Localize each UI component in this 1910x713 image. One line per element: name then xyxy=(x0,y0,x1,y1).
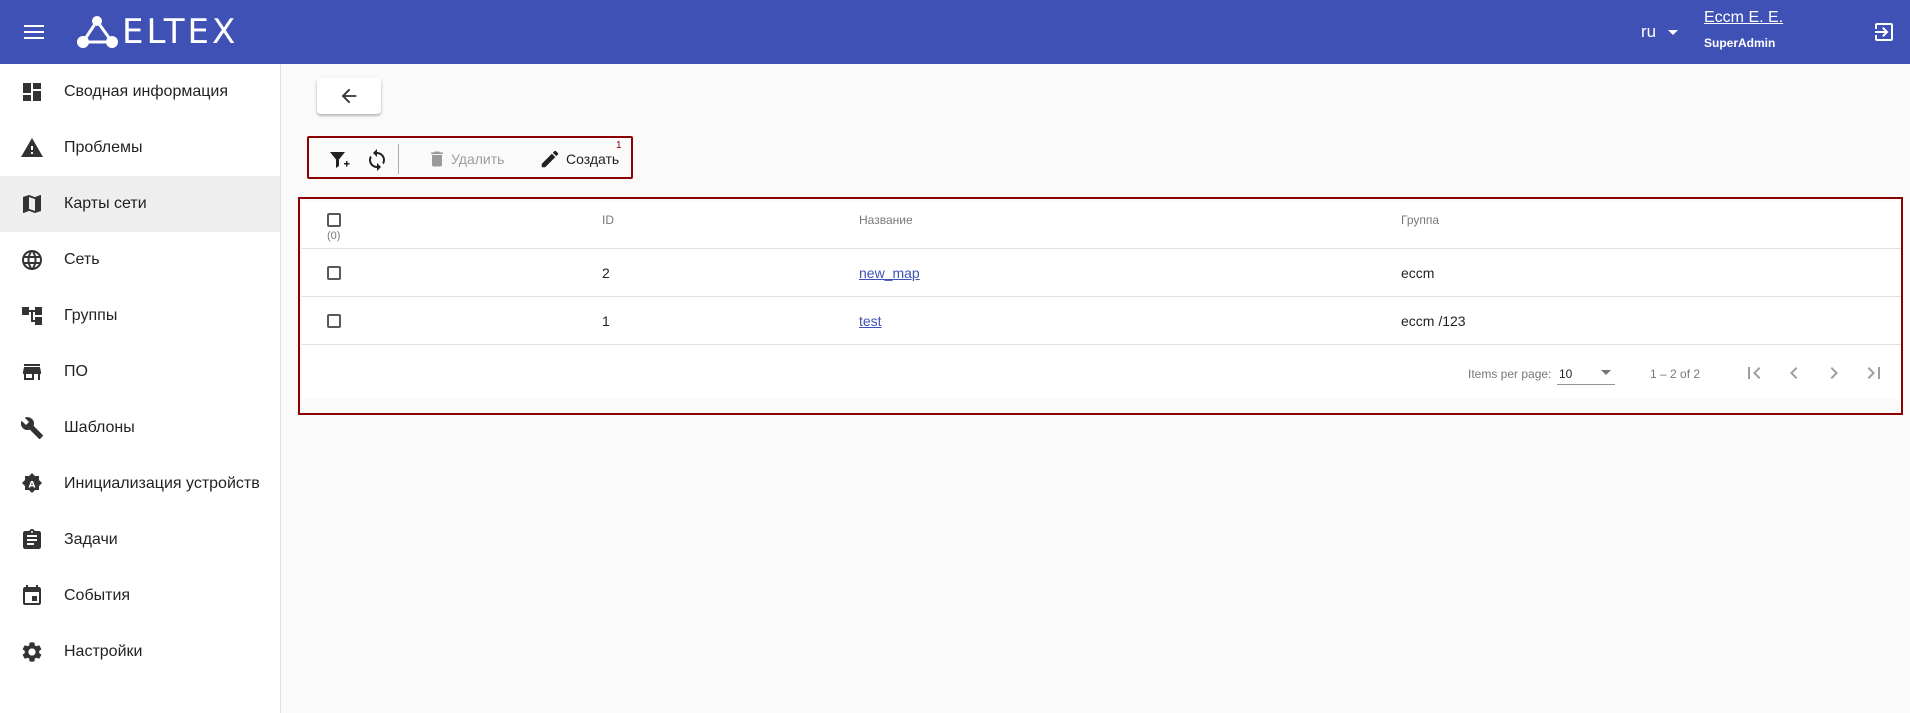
trash-icon xyxy=(431,151,443,167)
sidebar-item-label: Карты сети xyxy=(64,195,147,212)
table-row: 2 new_map eccm xyxy=(302,249,1901,297)
hierarchy-icon xyxy=(22,307,42,325)
table-toolbar: Удалить Создать 1 xyxy=(307,136,633,179)
chevron-down-icon xyxy=(1601,370,1611,375)
sidebar-item-label: Группы xyxy=(64,307,118,324)
badge-a-icon: A xyxy=(22,473,42,493)
top-app-bar: ELTEX ru Eccm E. E. SuperAdmin xyxy=(0,0,1910,64)
page-range-label: 1 – 2 of 2 xyxy=(1650,367,1701,381)
sidebar-item-templates[interactable]: Шаблоны xyxy=(0,400,280,456)
pencil-icon xyxy=(541,150,559,168)
paginator: Items per page: 10 1 – 2 of 2 xyxy=(302,345,1901,401)
row-id: 2 xyxy=(602,265,610,281)
sidebar-item-tasks[interactable]: Задачи xyxy=(0,512,280,568)
warning-icon xyxy=(21,138,43,157)
sidebar-item-settings[interactable]: Настройки xyxy=(0,624,280,680)
eltex-logo-mark-icon xyxy=(77,16,118,48)
calendar-icon xyxy=(23,585,41,605)
sidebar-item-label: Проблемы xyxy=(64,139,143,156)
annotation-marker-1: 1 xyxy=(616,140,622,151)
last-page-icon[interactable] xyxy=(1862,361,1886,385)
first-page-icon[interactable] xyxy=(1742,361,1766,385)
sidebar-item-label: ПО xyxy=(64,363,88,380)
language-select[interactable]: ru xyxy=(1641,20,1679,44)
user-role: SuperAdmin xyxy=(1704,36,1776,50)
language-value: ru xyxy=(1641,22,1657,41)
sidebar-item-network-maps[interactable]: Карты сети xyxy=(0,176,280,232)
svg-text:A: A xyxy=(29,481,36,491)
sidebar: Сводная информация Проблемы Карты сети С… xyxy=(0,64,281,713)
table-row: 1 test eccm /123 xyxy=(302,297,1901,345)
sidebar-item-network[interactable]: Сеть xyxy=(0,232,280,288)
refresh-icon[interactable] xyxy=(365,148,389,172)
row-checkbox[interactable] xyxy=(327,266,341,280)
items-per-page-label: Items per page: xyxy=(1468,367,1552,381)
previous-page-icon[interactable] xyxy=(1782,361,1806,385)
dashboard-icon xyxy=(23,83,41,101)
sidebar-item-device-init[interactable]: A Инициализация устройств xyxy=(0,456,280,512)
sidebar-item-label: Шаблоны xyxy=(64,419,135,436)
sidebar-item-label: Сеть xyxy=(64,251,100,268)
items-per-page-value: 10 xyxy=(1559,367,1573,381)
create-label: Создать xyxy=(566,151,620,167)
select-all-checkbox[interactable] xyxy=(327,213,341,227)
eltex-logo: ELTEX xyxy=(76,12,238,52)
sidebar-item-label: Настройки xyxy=(64,643,143,660)
maps-table-frame: 2 (0) ID Название Группа 2 new_map eccm … xyxy=(298,197,1903,415)
row-checkbox[interactable] xyxy=(327,314,341,328)
column-header-group[interactable]: Группа xyxy=(1401,213,1439,227)
user-name-link[interactable]: Eccm E. E. xyxy=(1704,8,1783,28)
sidebar-item-label: Задачи xyxy=(64,531,118,548)
row-id: 1 xyxy=(602,313,610,329)
selected-count: (0) xyxy=(327,230,341,242)
sidebar-item-label: Инициализация устройств xyxy=(64,475,260,492)
sidebar-item-groups[interactable]: Группы xyxy=(0,288,280,344)
row-group: eccm /123 xyxy=(1401,313,1466,329)
row-name-link[interactable]: new_map xyxy=(859,265,920,281)
toolbar-divider xyxy=(398,144,399,174)
row-name-link[interactable]: test xyxy=(859,313,882,329)
map-icon xyxy=(23,195,41,213)
clipboard-icon xyxy=(23,529,41,549)
arrow-left-icon xyxy=(341,88,357,104)
gear-icon xyxy=(22,642,42,662)
sidebar-item-label: Сводная информация xyxy=(64,83,228,100)
sidebar-item-label: События xyxy=(64,587,131,604)
delete-label: Удалить xyxy=(451,151,505,167)
maps-table: (0) ID Название Группа 2 new_map eccm 1 … xyxy=(302,201,1901,399)
sidebar-item-software[interactable]: ПО xyxy=(0,344,280,400)
row-group: eccm xyxy=(1401,265,1435,281)
logout-icon[interactable] xyxy=(1872,20,1896,44)
next-page-icon[interactable] xyxy=(1822,361,1846,385)
filter-add-icon[interactable] xyxy=(327,148,351,172)
column-header-name[interactable]: Название xyxy=(859,213,913,227)
sidebar-item-summary[interactable]: Сводная информация xyxy=(0,64,280,120)
items-per-page-select[interactable]: 10 xyxy=(1557,363,1615,385)
user-info: Eccm E. E. SuperAdmin xyxy=(1704,8,1783,50)
sidebar-item-problems[interactable]: Проблемы xyxy=(0,120,280,176)
sidebar-item-events[interactable]: События xyxy=(0,568,280,624)
menu-icon[interactable] xyxy=(20,18,48,46)
back-button[interactable] xyxy=(317,78,381,114)
chevron-down-icon xyxy=(1668,29,1679,35)
delete-button[interactable]: Удалить xyxy=(427,146,504,172)
logo-text: ELTEX xyxy=(122,12,239,52)
store-icon xyxy=(23,364,41,380)
create-button[interactable]: Создать xyxy=(539,146,619,172)
wrench-icon xyxy=(20,417,43,439)
globe-icon xyxy=(22,250,42,270)
table-header-row: (0) ID Название Группа xyxy=(302,201,1901,249)
column-header-id[interactable]: ID xyxy=(602,213,614,227)
